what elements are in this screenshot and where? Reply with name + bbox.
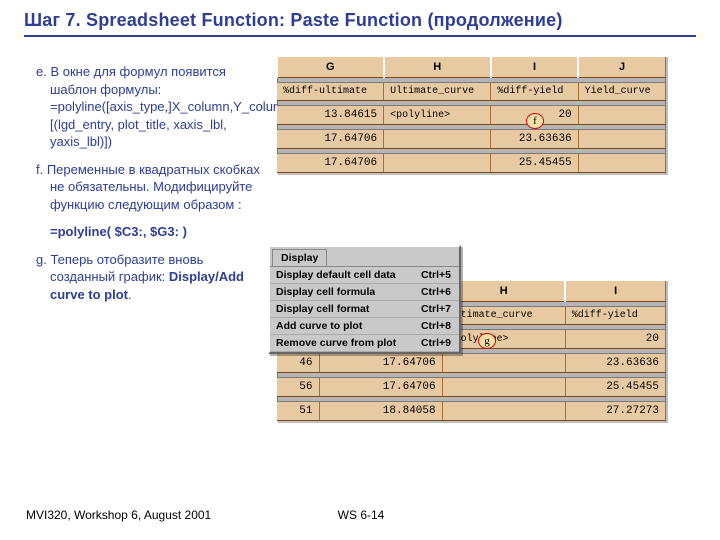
top-col-headers: G H I J — [277, 56, 666, 78]
col-header[interactable]: I — [565, 280, 665, 302]
display-menu: Display Display default cell data Ctrl+5… — [268, 245, 461, 354]
title-rule — [24, 35, 696, 37]
table-row: 56 17.64706 25.45455 — [277, 378, 666, 397]
menu-item-add-curve[interactable]: Add curve to plot Ctrl+8 — [270, 318, 459, 335]
table-row: 17.64706 25.45455 — [277, 154, 666, 173]
footer-left: MVI320, Workshop 6, August 2001 — [26, 508, 211, 522]
cell[interactable]: 13.84615 — [277, 106, 384, 125]
screenshot-top: G H I J %diff-ultimate Ultimate_curve %d… — [276, 55, 666, 173]
cell[interactable]: 17.64706 — [319, 354, 442, 373]
body: e. В окне для формул появится шаблон фор… — [0, 39, 720, 314]
cell[interactable]: <polyline> — [384, 106, 491, 125]
cell[interactable]: 23.63636 — [491, 130, 578, 149]
cell[interactable] — [578, 106, 665, 125]
menu-item-shortcut: Ctrl+8 — [421, 320, 451, 332]
cell[interactable]: Yield_curve — [578, 83, 665, 101]
menu-item-label: Add curve to plot — [276, 320, 362, 332]
table-row: 13.84615 <polyline> 20 — [277, 106, 666, 125]
bullet-e: e. В окне для формул появится шаблон фор… — [36, 63, 266, 151]
menu-item[interactable]: Display cell format Ctrl+7 — [270, 301, 459, 318]
cell[interactable]: 27.27273 — [565, 402, 665, 421]
left-column: e. В окне для формул появится шаблон фор… — [36, 63, 266, 314]
bullet-g-post: . — [128, 287, 132, 302]
menu-body: Display default cell data Ctrl+5 Display… — [270, 266, 459, 352]
menu-item-shortcut: Ctrl+6 — [421, 286, 451, 298]
cell[interactable]: 51 — [277, 402, 319, 421]
menu-item-label: Display cell formula — [276, 286, 375, 298]
menu-tab-display[interactable]: Display — [272, 249, 327, 266]
bullet-f-code: =polyline( $C3:, $G3: ) — [36, 223, 266, 241]
cell[interactable]: 25.45455 — [565, 378, 665, 397]
title-area: Шаг 7. Spreadsheet Function: Paste Funct… — [0, 0, 720, 39]
table-row: 46 17.64706 23.63636 — [277, 354, 666, 373]
cell[interactable]: 25.45455 — [491, 154, 578, 173]
col-header[interactable]: G — [277, 56, 384, 78]
menu-item-shortcut: Ctrl+9 — [421, 337, 451, 349]
menu-item[interactable]: Display cell formula Ctrl+6 — [270, 284, 459, 301]
menu-item-label: Display cell format — [276, 303, 369, 315]
slide-title: Шаг 7. Spreadsheet Function: Paste Funct… — [24, 10, 696, 31]
menu-item[interactable]: Display default cell data Ctrl+5 — [270, 267, 459, 284]
bullet-f: f. Переменные в квадратных скобках не об… — [36, 161, 266, 214]
cell[interactable]: 17.64706 — [319, 378, 442, 397]
slide: Шаг 7. Spreadsheet Function: Paste Funct… — [0, 0, 720, 540]
menu-item-shortcut: Ctrl+5 — [421, 269, 451, 281]
col-header[interactable]: J — [578, 56, 665, 78]
cell[interactable] — [578, 154, 665, 173]
cell[interactable]: %diff-yield — [491, 83, 578, 101]
cell[interactable] — [442, 378, 565, 397]
col-header[interactable]: H — [384, 56, 491, 78]
right-column: G H I J %diff-ultimate Ultimate_curve %d… — [266, 63, 700, 314]
menu-item-label: Remove curve from plot — [276, 337, 396, 349]
cell[interactable]: %diff-ultimate — [277, 83, 384, 101]
footer-center: WS 6-14 — [338, 508, 385, 522]
cell[interactable]: 46 — [277, 354, 319, 373]
table-row: 51 18.84058 27.27273 — [277, 402, 666, 421]
cell[interactable] — [442, 402, 565, 421]
cell[interactable]: Ultimate_curve — [384, 83, 491, 101]
cell[interactable]: 17.64706 — [277, 130, 384, 149]
bullet-g: g. Теперь отобразите вновь созданный гра… — [36, 251, 266, 304]
col-header[interactable]: I — [491, 56, 578, 78]
cell[interactable] — [442, 354, 565, 373]
cell[interactable]: 17.64706 — [277, 154, 384, 173]
footer: MVI320, Workshop 6, August 2001 WS 6-14 — [26, 508, 696, 522]
cell[interactable]: 23.63636 — [565, 354, 665, 373]
menu-item-shortcut: Ctrl+7 — [421, 303, 451, 315]
table-row: 17.64706 23.63636 — [277, 130, 666, 149]
callout-f: f — [526, 113, 544, 129]
cell[interactable] — [384, 130, 491, 149]
menu-item-label: Display default cell data — [276, 269, 396, 281]
top-label-row: %diff-ultimate Ultimate_curve %diff-yiel… — [277, 83, 666, 101]
menu-item[interactable]: Remove curve from plot Ctrl+9 — [270, 335, 459, 352]
callout-g: g — [478, 333, 496, 349]
cell[interactable]: 18.84058 — [319, 402, 442, 421]
cell[interactable] — [384, 154, 491, 173]
screenshot-bottom: Display Display default cell data Ctrl+5… — [276, 245, 666, 425]
cell[interactable] — [578, 130, 665, 149]
cell[interactable]: 20 — [565, 330, 665, 349]
cell[interactable]: %diff-yield — [565, 307, 665, 325]
cell[interactable]: 56 — [277, 378, 319, 397]
formula-code: =polyline( $C3:, $G3: ) — [50, 224, 187, 239]
bullet-f-text: f. Переменные в квадратных скобках не об… — [36, 162, 260, 212]
top-spreadsheet: G H I J %diff-ultimate Ultimate_curve %d… — [276, 55, 666, 173]
